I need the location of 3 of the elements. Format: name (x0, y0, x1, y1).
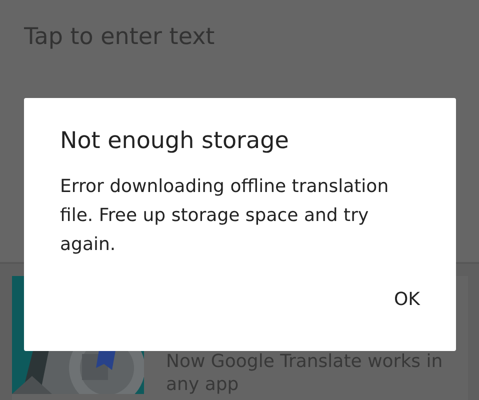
dialog-message: Error downloading offline translation file. Free up storage space and try again. (60, 175, 390, 257)
ok-button[interactable]: OK (378, 281, 436, 318)
dialog-title: Not enough storage (60, 128, 290, 154)
